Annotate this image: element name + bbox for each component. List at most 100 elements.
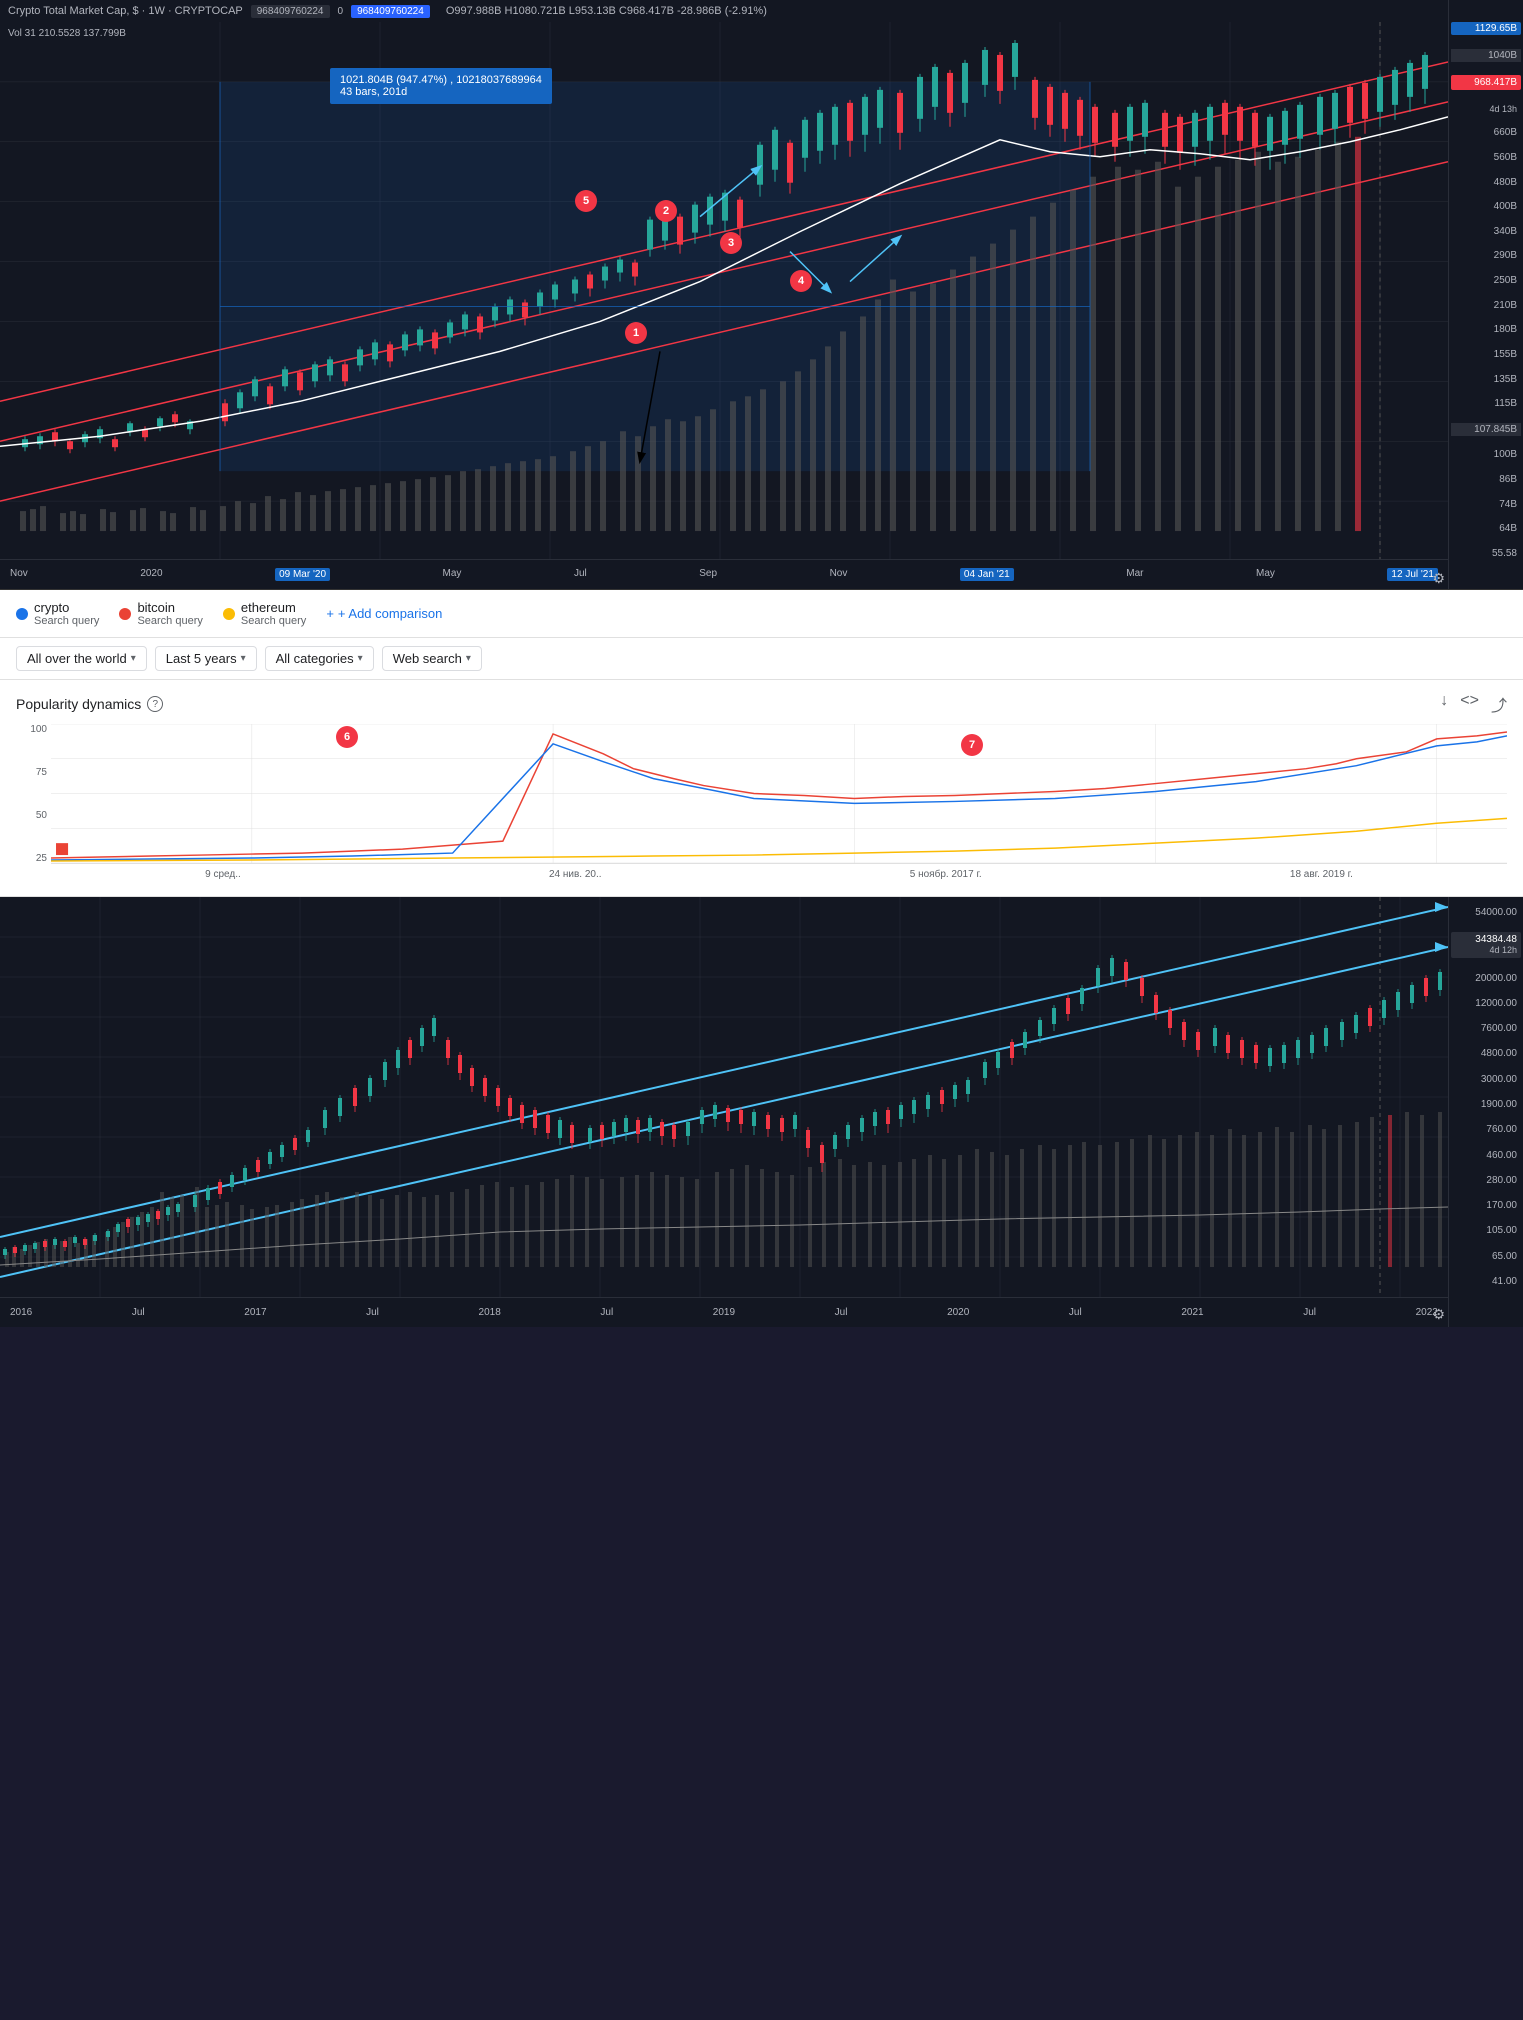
download-icon[interactable]: ↓	[1440, 692, 1448, 716]
price-480: 480B	[1451, 177, 1521, 188]
top-chart: Crypto Total Market Cap, $ · 1W · CRYPTO…	[0, 0, 1523, 590]
popularity-title: Popularity dynamics	[16, 696, 141, 712]
price-290: 290B	[1451, 250, 1521, 261]
pop-y-75: 75	[16, 767, 51, 778]
filters-bar: All over the world ▾ Last 5 years ▾ All …	[0, 638, 1523, 680]
trend-crypto[interactable]: crypto Search query	[16, 600, 99, 627]
popularity-header: Popularity dynamics ? ↓ <> ⤴	[16, 692, 1507, 716]
trend-bitcoin[interactable]: bitcoin Search query	[119, 600, 202, 627]
chart-svg	[0, 22, 1448, 559]
price-560: 560B	[1451, 152, 1521, 163]
bitcoin-dot	[119, 608, 131, 620]
price-180: 180B	[1451, 324, 1521, 335]
time-nov2: Nov	[830, 568, 848, 581]
bitcoin-name: bitcoin	[137, 600, 202, 615]
price-100: 100B	[1451, 449, 1521, 460]
region-filter[interactable]: All over the world ▾	[16, 646, 147, 671]
add-comparison-btn[interactable]: + + Add comparison	[326, 606, 442, 621]
btc-price-12000: 12000.00	[1451, 998, 1521, 1009]
chart-id-1[interactable]: 968409760224	[251, 5, 330, 18]
tooltip-value: 1021.804B (947.47%) , 10218037689964	[340, 74, 542, 86]
ethereum-dot	[223, 608, 235, 620]
bitcoin-text: bitcoin Search query	[137, 600, 202, 627]
btc-time-2019: 2019	[713, 1307, 735, 1318]
price-115: 115B	[1451, 398, 1521, 409]
btc-price-460: 460.00	[1451, 1150, 1521, 1161]
btc-time-jul21: Jul	[1303, 1307, 1316, 1318]
type-filter[interactable]: Web search ▾	[382, 646, 482, 671]
time-jan21: 04 Jan '21	[960, 568, 1014, 581]
price-64: 64B	[1451, 523, 1521, 534]
ethereum-text: ethereum Search query	[241, 600, 306, 627]
crypto-type: Search query	[34, 615, 99, 627]
annotation-5: 5	[575, 190, 597, 212]
time-nov: Nov	[10, 568, 28, 581]
period-arrow: ▾	[241, 653, 246, 664]
annotation-4: 4	[790, 270, 812, 292]
price-86: 86B	[1451, 474, 1521, 485]
time-mar20: 09 Mar '20	[275, 568, 330, 581]
chart-settings-icon[interactable]: ⚙	[1432, 570, 1445, 587]
embed-icon[interactable]: <>	[1460, 692, 1479, 716]
add-comparison-label: + Add comparison	[338, 606, 442, 621]
trend-ethereum[interactable]: ethereum Search query	[223, 600, 306, 627]
price-135: 135B	[1451, 374, 1521, 385]
btc-price-20000: 20000.00	[1451, 973, 1521, 984]
pop-y-25: 25	[16, 853, 51, 864]
ethereum-name: ethereum	[241, 600, 306, 615]
chart-zero: 0	[338, 6, 344, 17]
popularity-section: Popularity dynamics ? ↓ <> ⤴ 100 75 50 2…	[0, 680, 1523, 897]
price-55: 55.58	[1451, 548, 1521, 559]
time-jul21: 12 Jul '21	[1387, 568, 1438, 581]
btc-price-54000: 54000.00	[1451, 907, 1521, 918]
price-400: 400B	[1451, 201, 1521, 212]
trends-header: crypto Search query bitcoin Search query…	[0, 590, 1523, 638]
pop-y-axis: 100 75 50 25	[16, 724, 51, 864]
time-2020: 2020	[140, 568, 162, 581]
info-icon[interactable]: ?	[147, 696, 163, 712]
bitcoin-type: Search query	[137, 615, 202, 627]
btc-time-2018: 2018	[479, 1307, 501, 1318]
pop-y-50: 50	[16, 810, 51, 821]
time-jul: Jul	[574, 568, 587, 581]
btc-time-jul17: Jul	[366, 1307, 379, 1318]
btc-chart-svg	[0, 897, 1448, 1297]
btc-time-jul16: Jul	[132, 1307, 145, 1318]
btc-price-280: 280.00	[1451, 1175, 1521, 1186]
btc-settings-icon[interactable]: ⚙	[1432, 1306, 1445, 1323]
current-price: 968.417B	[1451, 75, 1521, 90]
pop-time-2: 24 нив. 20..	[549, 869, 602, 880]
btc-price-4800: 4800.00	[1451, 1048, 1521, 1059]
btc-price-value: 34384.48	[1475, 934, 1517, 945]
pop-time-4: 18 авг. 2019 г.	[1290, 869, 1353, 880]
time-may2: May	[1256, 568, 1275, 581]
share-icon[interactable]: ⤴	[1491, 692, 1507, 716]
period-filter[interactable]: Last 5 years ▾	[155, 646, 257, 671]
annotation-2: 2	[655, 200, 677, 222]
btc-time-labels: 2016 Jul 2017 Jul 2018 Jul 2019 Jul 2020…	[0, 1307, 1448, 1318]
annotation-7: 7	[961, 734, 983, 756]
price-74: 74B	[1451, 499, 1521, 510]
btc-time-2016: 2016	[10, 1307, 32, 1318]
price-340: 340B	[1451, 226, 1521, 237]
chart-tooltip: 1021.804B (947.47%) , 10218037689964 43 …	[330, 68, 552, 104]
time-label-small: 4d 13h	[1451, 104, 1521, 114]
crypto-text: crypto Search query	[34, 600, 99, 627]
crypto-dot	[16, 608, 28, 620]
time-may: May	[443, 568, 462, 581]
region-arrow: ▾	[131, 653, 136, 664]
btc-time-jul20: Jul	[1069, 1307, 1082, 1318]
annotation-6: 6	[336, 726, 358, 748]
category-filter[interactable]: All categories ▾	[265, 646, 374, 671]
btc-chart-canvas	[0, 897, 1448, 1297]
ohlc-info: O997.988B H1080.721B L953.13B C968.417B …	[446, 5, 767, 17]
btc-chart-container: 54000.00 34384.48 4d 12h 20000.00 12000.…	[0, 897, 1523, 1327]
btc-time-jul18: Jul	[600, 1307, 613, 1318]
btc-price-170: 170.00	[1451, 1200, 1521, 1211]
btc-time-info: 4d 12h	[1489, 945, 1517, 955]
time-sep: Sep	[699, 568, 717, 581]
popularity-actions: ↓ <> ⤴	[1440, 692, 1507, 716]
chart-id-2[interactable]: 968409760224	[351, 5, 430, 18]
time-mar: Mar	[1126, 568, 1143, 581]
trends-section: crypto Search query bitcoin Search query…	[0, 590, 1523, 897]
